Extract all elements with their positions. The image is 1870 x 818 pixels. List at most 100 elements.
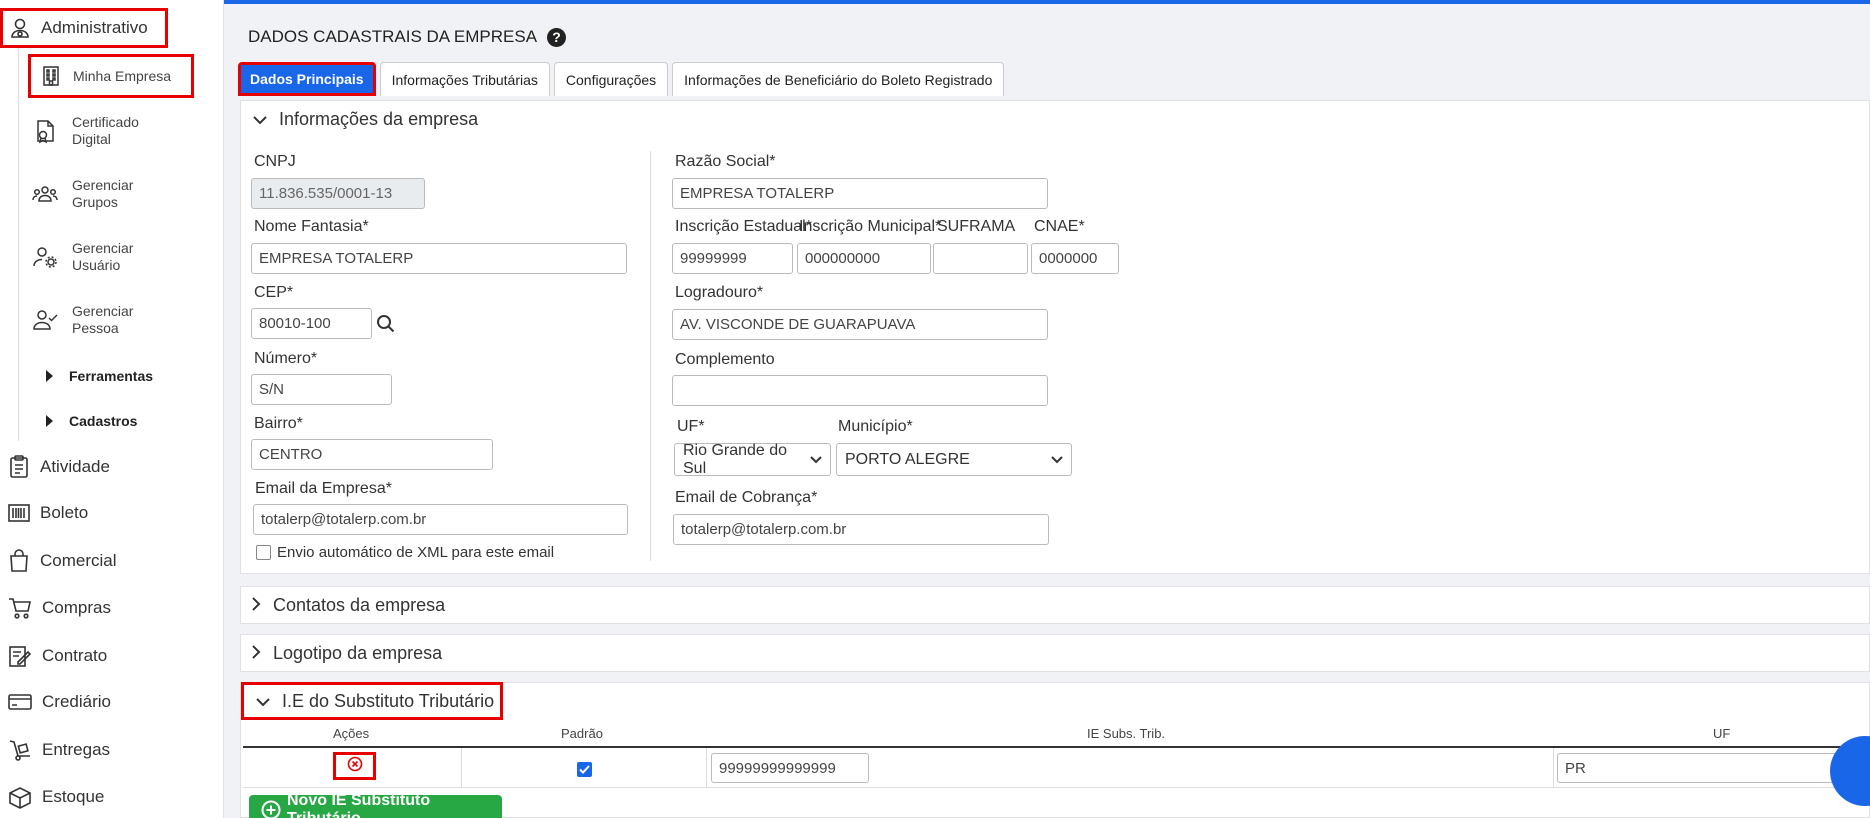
nome-fantasia-label: Nome Fantasia* <box>254 218 369 235</box>
panel-header-ie-substituto[interactable]: I.E do Substituto Tributário <box>241 682 503 720</box>
sidebar-item-gerenciar-usuario[interactable]: Gerenciar Usuário <box>32 240 152 274</box>
column-divider <box>650 151 651 561</box>
cep-label: CEP* <box>254 284 294 301</box>
sidebar-item-label: Atividade <box>40 457 110 476</box>
cell-divider <box>461 748 462 788</box>
tab-dados-principais[interactable]: Dados Principais <box>238 62 376 96</box>
sidebar: Administrativo Minha Empresa Certificado… <box>0 0 224 818</box>
remove-row-button[interactable] <box>333 752 376 780</box>
question-circle-icon[interactable]: ? <box>547 27 567 47</box>
suframa-field[interactable] <box>933 243 1028 274</box>
sidebar-item-label: Gerenciar Usuário <box>72 240 134 273</box>
submenu-guide-line <box>18 48 19 441</box>
tab-beneficiario-boleto[interactable]: Informações de Beneficiário do Boleto Re… <box>672 62 1005 96</box>
sidebar-group-ferramentas[interactable]: Ferramentas <box>46 368 153 384</box>
panel-title: Logotipo da empresa <box>273 642 443 663</box>
chevron-down-icon <box>256 691 270 712</box>
panel-title: Informações da empresa <box>279 108 479 129</box>
nome-fantasia-field[interactable]: EMPRESA TOTALERP <box>251 243 627 274</box>
sidebar-item-certificado-digital[interactable]: Certificado Digital <box>32 114 152 148</box>
municipio-label: Município* <box>838 418 913 435</box>
padrao-checkbox[interactable] <box>577 762 592 777</box>
column-header-uf: UF <box>1713 726 1731 741</box>
times-circle-icon <box>347 756 363 776</box>
sidebar-group-cadastros[interactable]: Cadastros <box>46 413 137 429</box>
sidebar-item-label: Crediário <box>42 692 111 711</box>
tab-configuracoes[interactable]: Configurações <box>553 62 669 96</box>
im-field[interactable]: 000000000 <box>797 243 931 274</box>
sidebar-item-contrato[interactable]: Contrato <box>8 644 107 668</box>
sidebar-item-crediario[interactable]: Crediário <box>8 691 111 713</box>
shopping-bag-icon <box>8 549 30 573</box>
numero-field[interactable]: S/N <box>251 374 392 405</box>
panel-contatos-empresa[interactable]: Contatos da empresa <box>240 586 1870 624</box>
sidebar-item-label: Contrato <box>42 646 108 665</box>
panel-header-informacoes-empresa[interactable]: Informações da empresa <box>241 101 1869 137</box>
ie-label: Inscrição Estadual* <box>675 218 812 235</box>
hand-truck-icon <box>8 738 32 762</box>
bairro-field[interactable]: CENTRO <box>251 439 493 470</box>
contract-icon <box>8 644 32 668</box>
sidebar-item-gerenciar-grupos[interactable]: Gerenciar Grupos <box>32 177 152 211</box>
caret-right-icon <box>46 415 53 427</box>
complemento-field[interactable] <box>672 375 1048 406</box>
sidebar-item-estoque[interactable]: Estoque <box>8 785 104 809</box>
add-ie-substituto-button[interactable]: Novo IE Substituto Tributário <box>249 792 502 818</box>
plus-circle-icon <box>261 800 281 818</box>
search-icon[interactable] <box>376 314 395 333</box>
sidebar-item-minha-empresa[interactable]: Minha Empresa <box>28 54 194 98</box>
clipboard-icon <box>8 455 30 479</box>
page-title: DADOS CADASTRAIS DA EMPRESA ? <box>248 27 567 47</box>
municipio-select[interactable]: PORTO ALEGRE <box>836 443 1072 476</box>
uf-select[interactable]: Rio Grande do Sul <box>674 441 831 477</box>
box-icon <box>8 785 32 809</box>
bairro-label: Bairro* <box>254 415 303 432</box>
sidebar-group-label: Cadastros <box>69 413 138 429</box>
chevron-right-icon <box>251 643 261 664</box>
cnpj-label: CNPJ <box>254 153 296 170</box>
im-label: Inscrição Municipal* <box>799 218 942 235</box>
email-empresa-field[interactable]: totalerp@totalerp.com.br <box>253 504 628 535</box>
envio-xml-checkbox[interactable] <box>256 545 271 560</box>
sidebar-item-label: Gerenciar Grupos <box>72 177 134 210</box>
sidebar-item-boleto[interactable]: Boleto <box>8 502 88 524</box>
panel-logotipo-empresa[interactable]: Logotipo da empresa <box>240 634 1870 672</box>
ie-subs-trib-field[interactable]: 99999999999999 <box>711 753 869 783</box>
panel-header-contatos[interactable]: Contatos da empresa <box>241 587 1869 623</box>
panel-title: Contatos da empresa <box>273 594 446 615</box>
cnae-label: CNAE* <box>1034 218 1085 235</box>
sidebar-item-administrativo[interactable]: Administrativo <box>0 8 168 48</box>
sidebar-item-label: Entregas <box>42 740 111 759</box>
ie-field[interactable]: 99999999 <box>672 243 793 274</box>
cnae-field[interactable]: 0000000 <box>1031 243 1119 274</box>
sidebar-item-entregas[interactable]: Entregas <box>8 738 110 762</box>
user-check-icon <box>32 308 58 332</box>
municipio-select-value: PORTO ALEGRE <box>845 450 970 468</box>
sidebar-item-compras[interactable]: Compras <box>8 596 111 620</box>
page-title-text: DADOS CADASTRAIS DA EMPRESA <box>248 27 538 46</box>
chevron-down-icon <box>253 109 267 130</box>
cnpj-field: 11.836.535/0001-13 <box>251 178 425 209</box>
sidebar-item-label: Comercial <box>40 551 117 570</box>
sidebar-item-label: Minha Empresa <box>73 67 172 84</box>
email-empresa-label: Email da Empresa* <box>255 480 392 497</box>
panel-header-logotipo[interactable]: Logotipo da empresa <box>241 635 1869 671</box>
envio-xml-option[interactable]: Envio automático de XML para este email <box>256 544 554 561</box>
razao-social-field[interactable]: EMPRESA TOTALERP <box>672 178 1048 209</box>
panel-title: I.E do Substituto Tributário <box>282 690 495 711</box>
sidebar-item-label: Certificado Digital <box>72 114 139 147</box>
tab-bar: Dados Principais Informações Tributárias… <box>238 62 1005 96</box>
email-cobranca-field[interactable]: totalerp@totalerp.com.br <box>673 514 1049 545</box>
chevron-right-icon <box>251 595 261 616</box>
sidebar-item-comercial[interactable]: Comercial <box>8 549 117 573</box>
uf-select-value: Rio Grande do Sul <box>683 441 788 477</box>
building-icon <box>41 65 61 87</box>
uf-field[interactable]: PR <box>1557 753 1853 783</box>
cep-field[interactable]: 80010-100 <box>251 308 372 339</box>
logradouro-field[interactable]: AV. VISCONDE DE GUARAPUAVA <box>672 309 1048 340</box>
column-header-acoes: Ações <box>333 726 370 741</box>
sidebar-group-label: Ferramentas <box>69 368 154 384</box>
tab-informacoes-tributarias[interactable]: Informações Tributárias <box>379 62 550 96</box>
sidebar-item-gerenciar-pessoa[interactable]: Gerenciar Pessoa <box>32 303 152 337</box>
sidebar-item-atividade[interactable]: Atividade <box>8 455 110 479</box>
